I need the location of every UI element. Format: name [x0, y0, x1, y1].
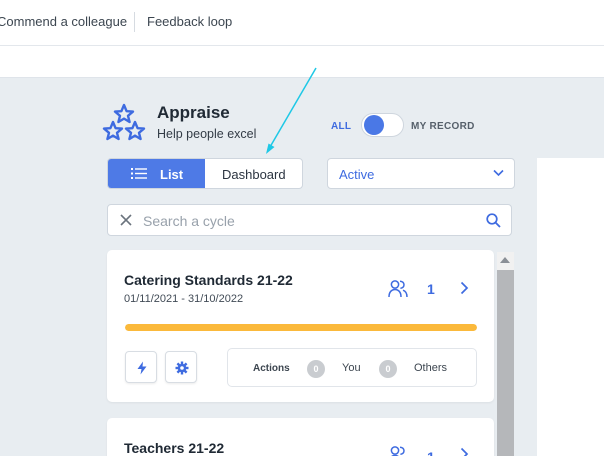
others-count-badge: 0 — [379, 360, 397, 378]
page-title: Appraise — [157, 103, 230, 122]
list-view-label: List — [160, 167, 184, 182]
list-view-button[interactable]: List — [108, 159, 205, 188]
people-icon — [390, 446, 405, 456]
top-navigation: Commend a colleague Feedback loop — [0, 0, 604, 46]
search-placeholder: Search a cycle — [143, 213, 235, 229]
actions-label: Actions — [253, 363, 290, 374]
cycle-dates: 01/11/2021 - 31/10/2022 — [124, 293, 244, 305]
lightning-icon — [137, 361, 147, 375]
page-subtitle: Help people excel — [157, 127, 257, 141]
toggle-my-record-label[interactable]: MY RECORD — [411, 121, 475, 132]
status-filter-value: Active — [339, 167, 375, 182]
chevron-down-icon — [493, 169, 504, 177]
toggle-knob — [364, 115, 384, 135]
right-panel — [537, 158, 604, 456]
status-filter-select[interactable]: Active — [327, 158, 515, 189]
all-my-record-toggle[interactable] — [361, 113, 404, 137]
list-scrollbar-thumb[interactable] — [497, 270, 514, 456]
feedback-loop-link[interactable]: Feedback loop — [147, 14, 232, 29]
nav-divider — [134, 12, 135, 32]
search-icon[interactable] — [486, 213, 501, 228]
you-count-badge: 0 — [307, 360, 325, 378]
cycle-title[interactable]: Teachers 21-22 — [124, 440, 224, 456]
chevron-right-icon[interactable] — [460, 447, 469, 456]
clear-icon[interactable] — [120, 214, 132, 226]
cycle-search-field[interactable]: Search a cycle — [107, 204, 512, 236]
sub-header-bar — [0, 46, 604, 78]
gear-icon — [175, 361, 189, 375]
dashboard-view-label: Dashboard — [222, 167, 286, 182]
cycle-settings-button[interactable] — [165, 351, 197, 383]
cycle-stats-panel: Actions 0 You 0 Others — [227, 348, 477, 387]
you-label: You — [342, 362, 361, 374]
cycle-card[interactable]: Teachers 21-22 1 — [107, 418, 494, 456]
cycle-progress-fill — [125, 324, 477, 331]
chevron-right-icon[interactable] — [460, 281, 469, 295]
cycle-title[interactable]: Catering Standards 21-22 — [124, 272, 293, 288]
participant-count: 1 — [427, 281, 435, 297]
cycle-progress-bar — [125, 324, 477, 331]
others-label: Others — [414, 362, 448, 374]
participant-count: 1 — [427, 449, 435, 456]
list-icon — [131, 168, 147, 179]
commend-colleague-link[interactable]: Commend a colleague — [0, 14, 127, 29]
cycle-card[interactable]: Catering Standards 21-22 01/11/2021 - 31… — [107, 250, 494, 402]
scroll-up-arrow-icon[interactable] — [500, 257, 510, 263]
dashboard-view-button[interactable]: Dashboard — [205, 159, 302, 188]
view-switch: List Dashboard — [107, 158, 303, 189]
stars-icon — [102, 103, 146, 141]
people-icon — [388, 280, 408, 298]
toggle-all-label[interactable]: ALL — [331, 121, 351, 132]
quick-action-button[interactable] — [125, 351, 157, 383]
